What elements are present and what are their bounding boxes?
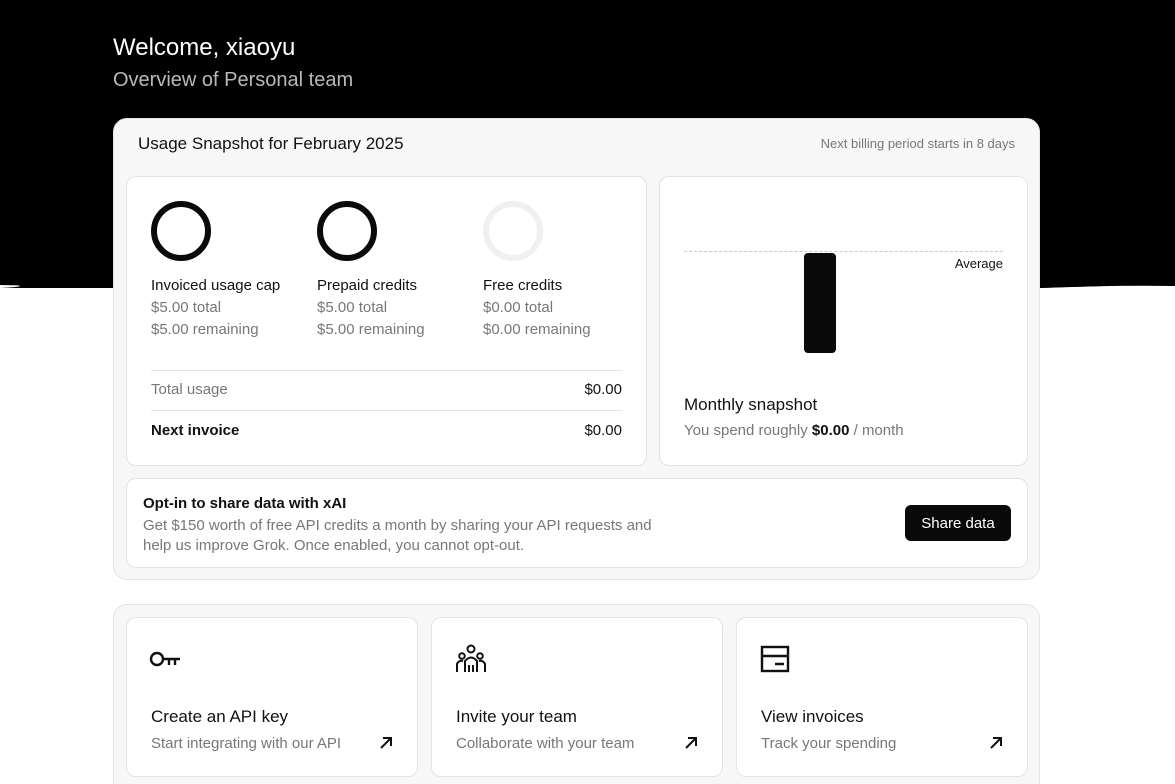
- action-title: Create an API key: [151, 707, 289, 726]
- spend-prefix: You spend roughly: [684, 422, 812, 439]
- billing-period-note: Next billing period starts in 8 days: [820, 136, 1015, 151]
- team-icon: [456, 644, 486, 672]
- arrow-up-right-icon: [990, 737, 1002, 749]
- next-invoice-label: Next invoice: [151, 422, 240, 439]
- next-invoice-row: Next invoice $0.00: [151, 422, 622, 439]
- metric-total: $0.00 total: [483, 299, 554, 316]
- monthly-snapshot-title: Monthly snapshot: [684, 395, 818, 414]
- metric-invoiced-cap: Invoiced usage cap $5.00 total $5.00 rem…: [151, 276, 311, 340]
- optin-description: Get $150 worth of free API credits a mon…: [143, 517, 652, 554]
- free-credits-ring: [483, 201, 543, 261]
- data-sharing-optin-card: Opt-in to share data with xAI Get $150 w…: [126, 478, 1028, 568]
- action-subtitle: Collaborate with your team: [456, 735, 635, 752]
- optin-title: Opt-in to share data with xAI: [143, 495, 347, 512]
- metric-free-credits: Free credits $0.00 total $0.00 remaining: [483, 276, 643, 340]
- team-subtitle: Overview of Personal team: [113, 69, 354, 91]
- create-api-key-card[interactable]: Create an API key Start integrating with…: [126, 617, 418, 777]
- metric-remaining: $5.00 remaining: [151, 321, 259, 338]
- prepaid-credits-ring: [317, 201, 377, 261]
- average-line: [684, 251, 1003, 252]
- metric-total: $5.00 total: [317, 299, 388, 316]
- usage-snapshot-title: Usage Snapshot for February 2025: [138, 134, 404, 153]
- invoice-icon: [760, 645, 790, 673]
- monthly-snapshot-card: Average Monthly snapshot You spend rough…: [659, 176, 1028, 466]
- total-usage-row: Total usage $0.00: [151, 381, 622, 398]
- invite-team-card[interactable]: Invite your team Collaborate with your t…: [431, 617, 723, 777]
- action-title: Invite your team: [456, 707, 577, 726]
- usage-card: Invoiced usage cap $5.00 total $5.00 rem…: [126, 176, 647, 466]
- average-label: Average: [954, 256, 1003, 271]
- page-header: Welcome, xiaoyu Overview of Personal tea…: [113, 33, 353, 93]
- action-subtitle: Start integrating with our API: [151, 735, 342, 752]
- metric-title: Prepaid credits: [317, 277, 418, 294]
- invoiced-cap-ring: [151, 201, 211, 261]
- metric-title: Free credits: [483, 277, 563, 294]
- next-invoice-value: $0.00: [584, 422, 622, 439]
- metric-remaining: $0.00 remaining: [483, 321, 591, 338]
- metric-remaining: $5.00 remaining: [317, 321, 425, 338]
- metric-total: $5.00 total: [151, 299, 222, 316]
- share-data-button[interactable]: Share data: [905, 505, 1011, 541]
- metric-prepaid-credits: Prepaid credits $5.00 total $5.00 remain…: [317, 276, 477, 340]
- monthly-spend-bar: [804, 253, 836, 353]
- arrow-up-right-icon: [685, 737, 697, 749]
- action-title: View invoices: [761, 707, 864, 726]
- divider: [151, 370, 622, 371]
- key-icon: [149, 651, 180, 667]
- total-usage-value: $0.00: [584, 381, 622, 398]
- divider: [151, 410, 622, 411]
- total-usage-label: Total usage: [151, 381, 228, 398]
- spend-suffix: / month: [849, 422, 904, 439]
- metric-title: Invoiced usage cap: [151, 277, 281, 294]
- monthly-spend-text: You spend roughly $0.00 / month: [684, 422, 904, 439]
- quick-actions-panel: Create an API key Start integrating with…: [113, 604, 1040, 784]
- view-invoices-card[interactable]: View invoices Track your spending: [736, 617, 1028, 777]
- spend-value: $0.00: [811, 422, 850, 439]
- welcome-heading: Welcome, xiaoyu: [113, 34, 296, 61]
- usage-snapshot-panel: Usage Snapshot for February 2025 Next bi…: [113, 118, 1040, 580]
- arrow-up-right-icon: [380, 737, 392, 749]
- action-subtitle: Track your spending: [761, 735, 897, 752]
